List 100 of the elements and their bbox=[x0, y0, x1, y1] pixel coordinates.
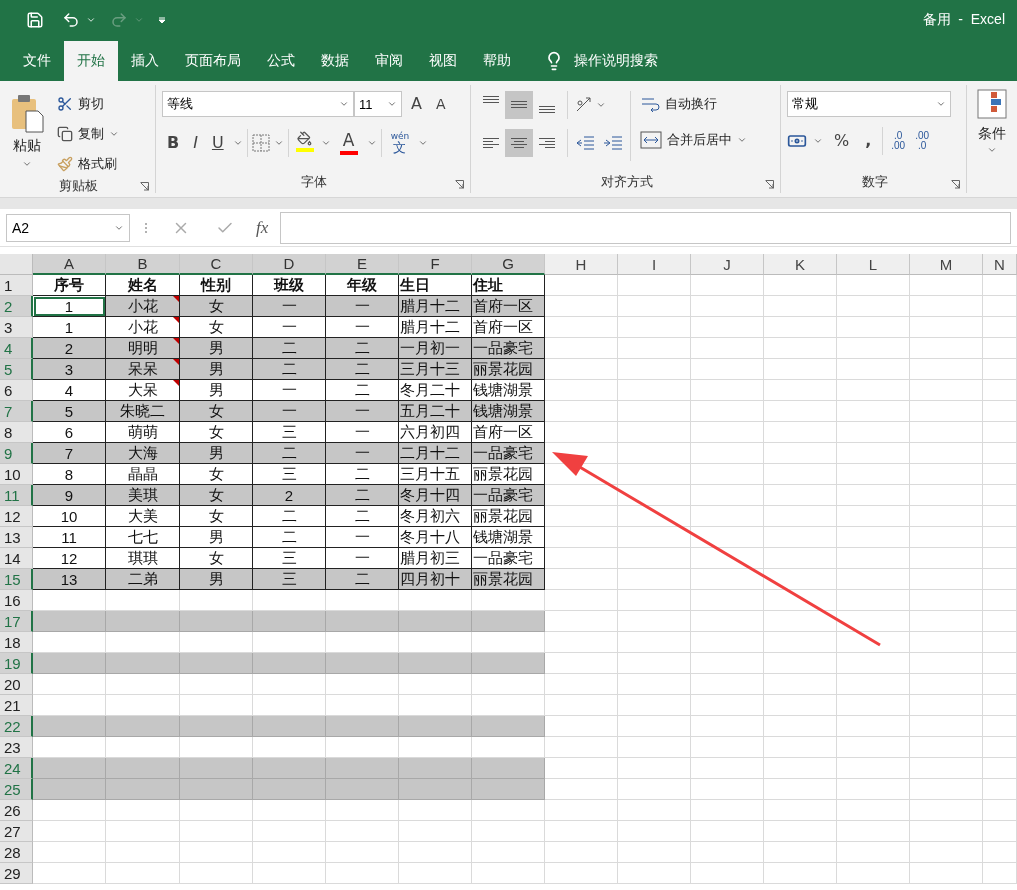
row-header[interactable]: 18 bbox=[0, 632, 33, 653]
row-header[interactable]: 23 bbox=[0, 737, 33, 758]
row-header[interactable]: 8 bbox=[0, 422, 33, 443]
comma-button[interactable]: , bbox=[860, 131, 877, 151]
ribbon-tab[interactable]: 视图 bbox=[416, 41, 470, 81]
table-cell: 女 bbox=[180, 548, 253, 569]
table-cell: 一 bbox=[326, 548, 399, 569]
table-cell: 性别 bbox=[180, 275, 253, 296]
table-cell: 一 bbox=[326, 527, 399, 548]
table-cell: 三 bbox=[253, 464, 326, 485]
ribbon-tab[interactable]: 文件 bbox=[10, 41, 64, 81]
table-cell: 女 bbox=[180, 317, 253, 338]
font-name-field[interactable]: 等线 bbox=[162, 91, 354, 117]
grow-font-button[interactable]: A bbox=[406, 94, 427, 114]
copy-button[interactable]: 复制 bbox=[54, 121, 122, 147]
column-header[interactable]: J bbox=[691, 254, 764, 275]
column-header[interactable]: E bbox=[326, 254, 399, 275]
row-header[interactable]: 25 bbox=[0, 779, 33, 800]
row-header[interactable]: 14 bbox=[0, 548, 33, 569]
table-cell: 女 bbox=[180, 296, 253, 317]
table-cell: 首府一区 bbox=[472, 317, 545, 338]
column-header[interactable]: K bbox=[764, 254, 837, 275]
ribbon-tab[interactable]: 帮助 bbox=[470, 41, 524, 81]
row-header[interactable]: 11 bbox=[0, 485, 33, 506]
table-cell: 女 bbox=[180, 401, 253, 422]
bold-button[interactable]: B bbox=[162, 133, 185, 153]
increase-decimal-button[interactable]: .0 .00 bbox=[889, 129, 908, 153]
ribbon-tab[interactable]: 公式 bbox=[254, 41, 308, 81]
row-header[interactable]: 29 bbox=[0, 863, 33, 884]
table-cell: 一品豪宅 bbox=[472, 485, 545, 506]
conditional-formatting-button[interactable]: 条件 bbox=[975, 123, 1009, 157]
column-header[interactable]: H bbox=[545, 254, 618, 275]
row-header[interactable]: 3 bbox=[0, 317, 33, 338]
row-header[interactable]: 4 bbox=[0, 338, 33, 359]
table-cell: 二 bbox=[253, 527, 326, 548]
tell-me-search[interactable]: 操作说明搜索 bbox=[538, 41, 664, 81]
row-header[interactable]: 12 bbox=[0, 506, 33, 527]
table-cell: 丽景花园 bbox=[472, 359, 545, 380]
italic-button[interactable]: I bbox=[188, 133, 203, 153]
ribbon-tab[interactable]: 插入 bbox=[118, 41, 172, 81]
table-cell: 三月十五 bbox=[399, 464, 472, 485]
insert-function-button[interactable]: fx bbox=[250, 216, 275, 239]
column-header[interactable]: N bbox=[983, 254, 1017, 275]
group-label: 数字 bbox=[861, 173, 888, 191]
row-header[interactable]: 19 bbox=[0, 653, 33, 674]
column-header[interactable]: G bbox=[472, 254, 545, 275]
row-header[interactable]: 21 bbox=[0, 695, 33, 716]
table-cell: 钱塘湖景 bbox=[472, 527, 545, 548]
table-cell: 一品豪宅 bbox=[472, 548, 545, 569]
ribbon-tab[interactable]: 审阅 bbox=[362, 41, 416, 81]
column-header[interactable]: L bbox=[837, 254, 910, 275]
column-header[interactable]: F bbox=[399, 254, 472, 275]
column-header[interactable]: A bbox=[33, 254, 106, 275]
table-cell: 一 bbox=[326, 296, 399, 317]
row-header[interactable]: 22 bbox=[0, 716, 33, 737]
row-header[interactable]: 2 bbox=[0, 296, 33, 317]
row-header[interactable]: 15 bbox=[0, 569, 33, 590]
shrink-font-button[interactable]: A bbox=[430, 95, 451, 113]
paste-button[interactable]: 粘贴 bbox=[6, 91, 48, 177]
ribbon-tab[interactable]: 数据 bbox=[308, 41, 362, 81]
font-size-field[interactable]: 11 bbox=[354, 91, 402, 117]
table-cell: 首府一区 bbox=[472, 296, 545, 317]
row-header[interactable]: 17 bbox=[0, 611, 33, 632]
underline-button[interactable]: U bbox=[206, 133, 229, 153]
row-header[interactable]: 5 bbox=[0, 359, 33, 380]
wrap-text-button[interactable]: 自动换行 bbox=[637, 91, 750, 117]
phonetic-button[interactable]: wén 文 bbox=[385, 130, 415, 156]
column-header[interactable]: C bbox=[180, 254, 253, 275]
ribbon-tab[interactable]: 页面布局 bbox=[172, 41, 254, 81]
ribbon-tab[interactable]: 开始 bbox=[64, 41, 118, 81]
row-header[interactable]: 28 bbox=[0, 842, 33, 863]
row-header[interactable]: 13 bbox=[0, 527, 33, 548]
percent-button[interactable]: % bbox=[829, 131, 855, 151]
column-header[interactable]: I bbox=[618, 254, 691, 275]
column-header[interactable]: D bbox=[253, 254, 326, 275]
font-color-button[interactable]: A bbox=[334, 129, 363, 157]
name-box[interactable]: A2 bbox=[6, 213, 130, 242]
table-cell: 男 bbox=[180, 527, 253, 548]
row-header[interactable]: 24 bbox=[0, 758, 33, 779]
table-cell: 冬月十八 bbox=[399, 527, 472, 548]
table-cell: 二 bbox=[326, 464, 399, 485]
table-cell: 钱塘湖景 bbox=[472, 380, 545, 401]
format-painter-button[interactable]: 格式刷 bbox=[54, 151, 122, 177]
decrease-decimal-button[interactable]: .00 .0 bbox=[913, 129, 932, 153]
row-header[interactable]: 16 bbox=[0, 590, 33, 611]
row-header[interactable]: 6 bbox=[0, 380, 33, 401]
row-header[interactable]: 1 bbox=[0, 275, 33, 296]
row-header[interactable]: 27 bbox=[0, 821, 33, 842]
column-header[interactable]: M bbox=[910, 254, 983, 275]
row-header[interactable]: 26 bbox=[0, 800, 33, 821]
number-format-field[interactable]: 常规 bbox=[787, 91, 951, 117]
table-cell: 二 bbox=[326, 380, 399, 401]
row-header[interactable]: 7 bbox=[0, 401, 33, 422]
merge-center-button[interactable]: 合并后居中 bbox=[637, 127, 750, 153]
table-cell: 腊月初三 bbox=[399, 548, 472, 569]
row-header[interactable]: 10 bbox=[0, 464, 33, 485]
row-header[interactable]: 20 bbox=[0, 674, 33, 695]
column-header[interactable]: B bbox=[106, 254, 180, 275]
row-header[interactable]: 9 bbox=[0, 443, 33, 464]
cut-button[interactable]: 剪切 bbox=[54, 91, 122, 117]
